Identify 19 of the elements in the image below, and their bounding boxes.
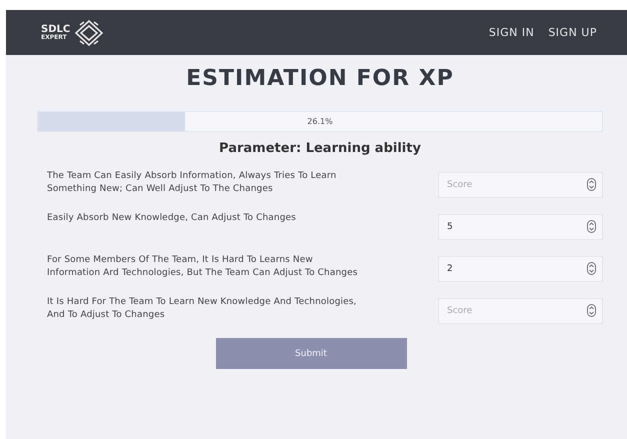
- nav-link[interactable]: SIGN IN: [488, 26, 534, 39]
- nav-link[interactable]: SIGN UP: [548, 26, 597, 39]
- score-field[interactable]: Score: [438, 172, 603, 198]
- spinner-icon[interactable]: [587, 304, 596, 317]
- spinner-icon[interactable]: [587, 262, 596, 275]
- score-field[interactable]: 2: [438, 256, 603, 282]
- parameter-heading: Parameter: Learning ability: [218, 140, 422, 158]
- question-text: The Team Can Easily Absorb Information, Always Tries To Learn Something New; Can Well Adjust To The Changes: [47, 170, 338, 195]
- spinner-icon[interactable]: [587, 220, 596, 233]
- spinner-icon[interactable]: [587, 178, 596, 191]
- question-text: Easily Absorb New Knowledge, Can Adjust To Changes: [47, 212, 297, 224]
- logo-icon: [74, 20, 104, 46]
- question-text: For Some Members Of The Team, It Is Hard To Learns New Information Ard Technologies, But The Team Can Adjust To Changes: [47, 254, 359, 279]
- logo-text: SDLC: [41, 24, 70, 34]
- progress-reading: 26.1%: [307, 117, 333, 126]
- page-title: ESTIMATION FOR XP: [185, 65, 455, 93]
- score-field[interactable]: 5: [438, 214, 603, 240]
- score-field[interactable]: Score: [438, 298, 603, 324]
- question-text: It Is Hard For The Team To Learn New Knowledge And Technologies, And To Adjust To Changes: [47, 296, 358, 321]
